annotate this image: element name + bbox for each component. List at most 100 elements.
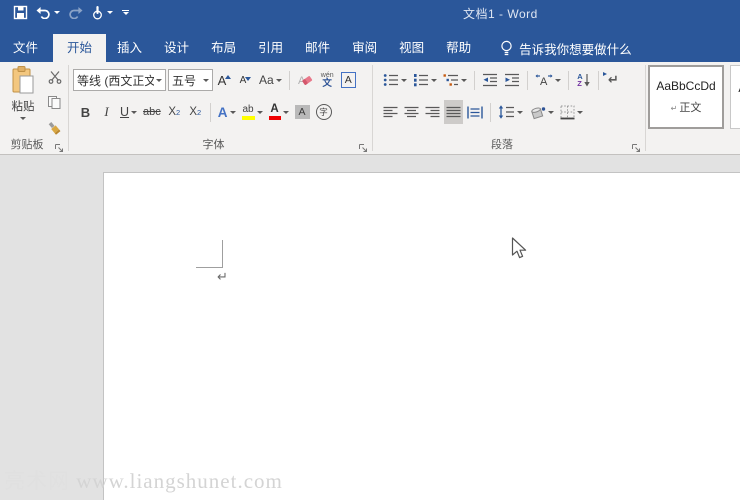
- multilevel-list-button[interactable]: [441, 68, 469, 92]
- tab-view[interactable]: 视图: [388, 34, 435, 62]
- multilevel-list-icon: [443, 73, 459, 87]
- font-dialog-launcher[interactable]: [358, 140, 368, 150]
- enclose-characters-button[interactable]: 字: [314, 100, 334, 124]
- asian-layout-button[interactable]: A: [533, 68, 563, 92]
- decrease-indent-button[interactable]: [480, 68, 500, 92]
- lightbulb-icon: [500, 40, 513, 57]
- tab-layout[interactable]: 布局: [200, 34, 247, 62]
- tab-help[interactable]: 帮助: [435, 34, 482, 62]
- font-name-combo[interactable]: 等线 (西文正文: [73, 69, 166, 91]
- mini-separator: [490, 103, 491, 122]
- paste-clipboard-icon: [10, 65, 36, 95]
- change-case-caret: [276, 79, 282, 82]
- text-effects-caret: [230, 111, 236, 114]
- change-case-icon: Aa: [259, 73, 274, 87]
- touch-mouse-mode-button[interactable]: [91, 5, 113, 20]
- character-shading-icon: A: [295, 105, 310, 119]
- change-case-button[interactable]: Aa: [257, 68, 284, 92]
- paragraph-dialog-launcher[interactable]: [631, 140, 641, 150]
- sort-button[interactable]: A Z: [574, 68, 593, 92]
- subscript-button[interactable]: X2: [165, 100, 184, 124]
- grow-font-button[interactable]: A: [215, 68, 234, 92]
- character-shading-button[interactable]: A: [293, 100, 312, 124]
- font-name-caret: [156, 79, 162, 82]
- align-left-button[interactable]: [381, 100, 400, 124]
- undo-button[interactable]: [36, 6, 60, 19]
- text-effects-button[interactable]: A: [216, 100, 238, 124]
- style-card-partial[interactable]: AaBbCcDd ↵: [730, 65, 740, 129]
- sort-az-icon: A Z: [577, 73, 582, 88]
- font-color-caret: [283, 111, 289, 114]
- bullets-button[interactable]: [381, 68, 409, 92]
- clear-formatting-button[interactable]: A: [295, 68, 316, 92]
- tab-mailings[interactable]: 邮件: [294, 34, 341, 62]
- dialog-launcher-icon: [358, 143, 368, 153]
- strikethrough-button[interactable]: abc: [141, 100, 163, 124]
- tab-review[interactable]: 审阅: [341, 34, 388, 62]
- style-normal-card[interactable]: AaBbCcDd ↵正文: [648, 65, 724, 129]
- margin-crop-mark-horizontal: [196, 267, 223, 268]
- document-page[interactable]: [103, 172, 740, 500]
- tab-file[interactable]: 文件: [0, 34, 51, 62]
- format-painter-icon: [47, 121, 62, 136]
- save-button[interactable]: [13, 5, 28, 20]
- increase-indent-button[interactable]: [502, 68, 522, 92]
- character-border-icon: A: [341, 72, 356, 88]
- sort-arrow-icon: [584, 74, 590, 87]
- document-area: ↵ 亮术网 www.liangshunet.com: [0, 155, 740, 500]
- paragraph-group-label: 段落: [373, 136, 631, 152]
- cut-button[interactable]: [44, 66, 65, 87]
- tell-me-box[interactable]: 告诉我你想要做什么: [500, 34, 632, 62]
- redo-icon: [68, 6, 83, 19]
- phonetic-guide-button[interactable]: wén 文: [318, 68, 337, 92]
- align-center-button[interactable]: [402, 100, 421, 124]
- line-spacing-caret: [517, 111, 523, 114]
- shading-button[interactable]: [527, 100, 556, 124]
- tab-home[interactable]: 开始: [53, 34, 106, 62]
- bold-button[interactable]: B: [76, 100, 95, 124]
- show-hide-marks-button[interactable]: ↵: [604, 68, 623, 92]
- borders-button[interactable]: [558, 100, 585, 124]
- font-group: 等线 (西文正文 五号 A A Aa: [69, 62, 372, 154]
- paragraph-end-mark: ↵: [217, 269, 228, 285]
- underline-button[interactable]: U: [118, 100, 139, 124]
- shading-caret: [548, 111, 554, 114]
- enclose-characters-icon: 字: [316, 104, 332, 120]
- touch-mode-dropdown-caret: [107, 11, 113, 14]
- undo-dropdown-caret: [54, 11, 60, 14]
- font-size-value: 五号: [172, 72, 201, 89]
- numbering-button[interactable]: [411, 68, 439, 92]
- mini-separator: [210, 103, 211, 122]
- copy-button[interactable]: [44, 92, 65, 113]
- justify-button[interactable]: [444, 100, 463, 124]
- asian-layout-icon: A: [535, 73, 553, 87]
- distribute-button[interactable]: [465, 100, 485, 124]
- font-color-button[interactable]: A: [267, 100, 291, 124]
- underline-icon: U: [120, 105, 129, 119]
- save-icon: [13, 5, 28, 20]
- ribbon-tab-row: 文件 开始 插入 设计 布局 引用 邮件 审阅 视图 帮助 告诉我你想要做什么: [0, 24, 740, 62]
- clipboard-small-buttons: [44, 66, 65, 139]
- superscript-button[interactable]: X2: [186, 100, 205, 124]
- italic-button[interactable]: I: [97, 100, 116, 124]
- shrink-font-button[interactable]: A: [236, 68, 255, 92]
- font-size-caret: [203, 79, 209, 82]
- customize-qat-button[interactable]: [121, 10, 129, 15]
- svg-text:A: A: [540, 76, 548, 87]
- align-right-button[interactable]: [423, 100, 442, 124]
- clipboard-dialog-launcher[interactable]: [54, 140, 64, 150]
- mouse-cursor: [511, 237, 529, 261]
- customize-qat-caret: [123, 12, 129, 15]
- font-size-combo[interactable]: 五号: [168, 69, 213, 91]
- tab-design[interactable]: 设计: [153, 34, 200, 62]
- character-border-button[interactable]: A: [339, 68, 358, 92]
- distribute-icon: [467, 106, 483, 119]
- highlight-color-button[interactable]: ab: [240, 100, 265, 124]
- line-spacing-button[interactable]: [496, 100, 525, 124]
- numbering-icon: [413, 73, 429, 87]
- tab-insert[interactable]: 插入: [106, 34, 153, 62]
- paste-button[interactable]: 粘贴: [3, 65, 43, 139]
- clipboard-group: 粘贴 剪贴板: [0, 62, 68, 154]
- tab-references[interactable]: 引用: [247, 34, 294, 62]
- title-bar: 文档1 - Word: [0, 0, 740, 24]
